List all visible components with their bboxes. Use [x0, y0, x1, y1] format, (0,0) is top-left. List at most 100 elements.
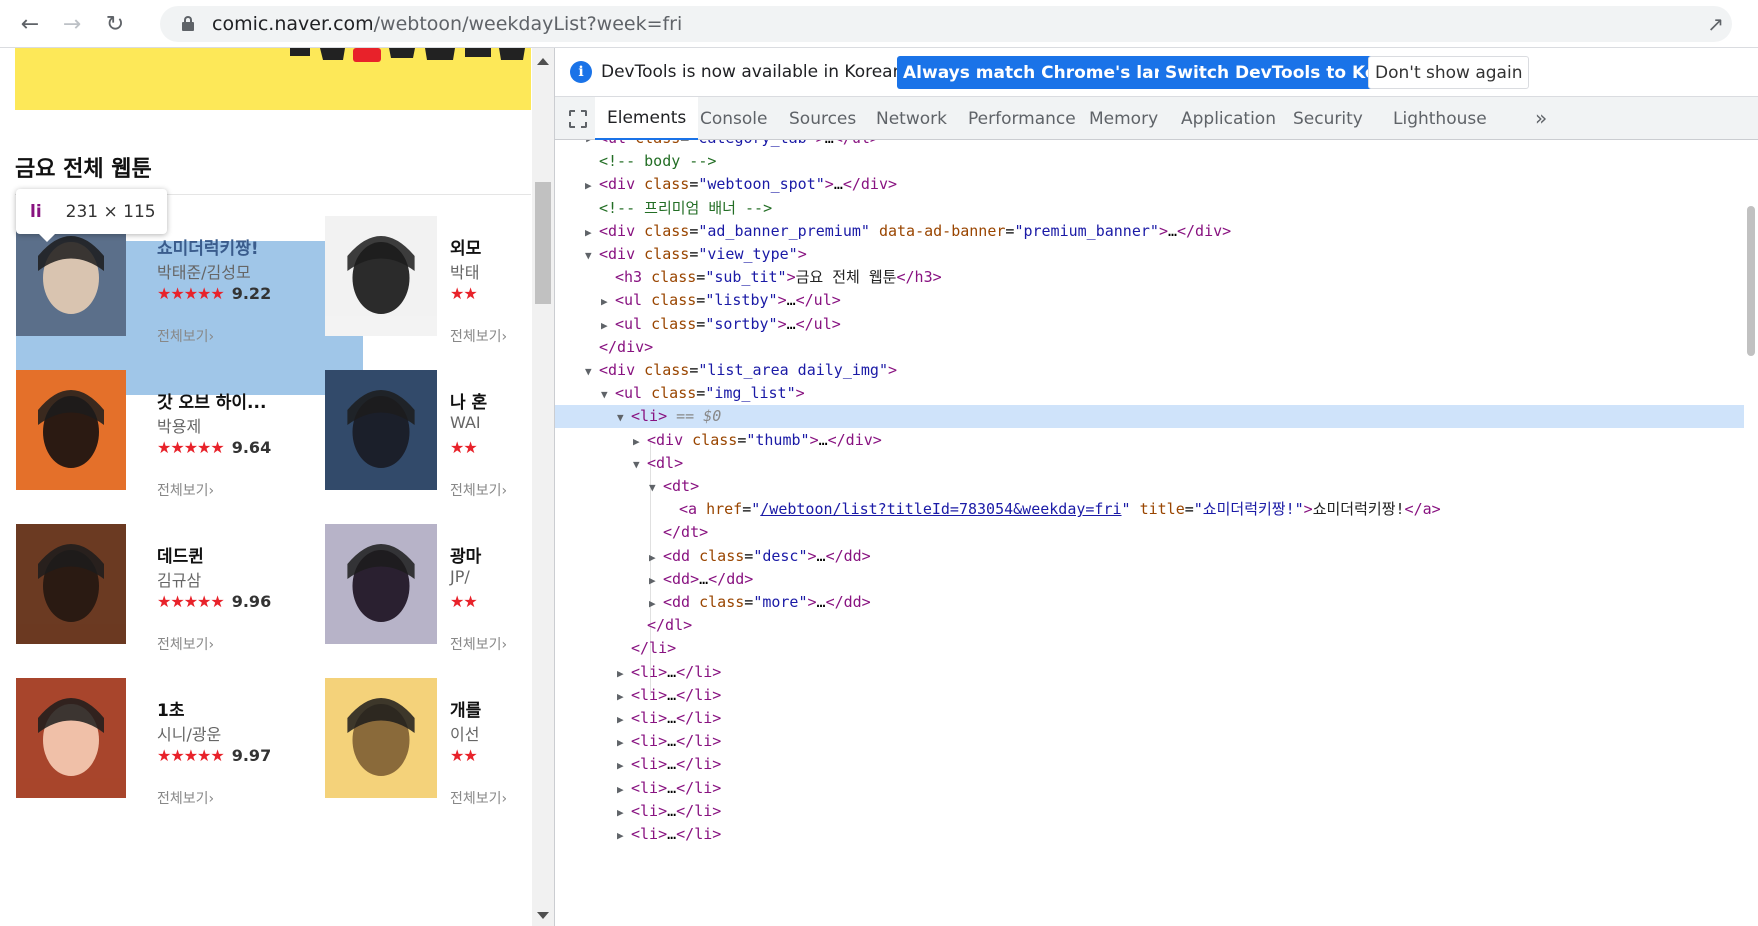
dom-node-line[interactable]: ▶ <div class="webtoon_spot">…</div>	[555, 173, 1745, 196]
list-item[interactable]: 개를 이선 ★★ 전체보기›	[325, 678, 532, 828]
list-item[interactable]: 쇼미더럭키짱! 박태준/김성모 ★★★★★ 9.22 전체보기›	[16, 216, 346, 366]
list-item[interactable]: 외모 박태 ★★ 전체보기›	[325, 216, 532, 366]
expand-toggle-icon[interactable]: ▶	[617, 685, 631, 708]
scroll-up-icon[interactable]	[537, 58, 549, 65]
back-icon[interactable]: ←	[14, 8, 46, 40]
tab-application[interactable]: Application	[1169, 97, 1288, 140]
inspect-element-icon[interactable]	[569, 110, 587, 128]
scroll-thumb[interactable]	[535, 182, 551, 304]
list-item[interactable]: 광마 JP/ ★★ 전체보기›	[325, 524, 532, 674]
dom-node-line[interactable]: ▶ <li>…</li>	[555, 753, 1745, 776]
expand-toggle-icon[interactable]: ▶	[617, 801, 631, 824]
dont-show-again-button[interactable]: Don't show again	[1368, 56, 1530, 89]
dom-node-line[interactable]: ▶ <dd class="more">…</dd>	[555, 591, 1745, 614]
webtoon-title[interactable]: 외모	[450, 234, 481, 259]
promo-banner[interactable]	[15, 48, 531, 110]
address-bar[interactable]: comic.naver.com/webtoon/weekdayList?week…	[160, 6, 1732, 42]
share-icon[interactable]: ↗	[1707, 12, 1724, 36]
dom-node-line[interactable]: <!-- 프리미엄 배너 -->	[555, 197, 1745, 220]
list-item[interactable]: 데드퀸 김규삼 ★★★★★ 9.96 전체보기›	[16, 524, 346, 674]
more-tabs-icon[interactable]: »	[1535, 106, 1547, 130]
dom-node-line[interactable]: ▶ <div class="thumb">…</div>	[555, 429, 1745, 452]
more-link[interactable]: 전체보기›	[157, 634, 214, 654]
expand-toggle-icon[interactable]: ▶	[617, 731, 631, 754]
expand-toggle-icon[interactable]: ▶	[617, 824, 631, 847]
dom-node-line[interactable]: </dt>	[555, 521, 1745, 544]
webtoon-title[interactable]: 쇼미더럭키짱!	[157, 234, 259, 259]
expand-toggle-icon[interactable]: ▼	[585, 360, 599, 383]
expand-toggle-icon[interactable]: ▶	[617, 754, 631, 777]
expand-toggle-icon[interactable]: ▶	[633, 430, 647, 453]
tab-memory[interactable]: Memory	[1077, 97, 1170, 140]
dom-node-line[interactable]: ▼ <div class="view_type">	[555, 243, 1745, 266]
dom-node-line[interactable]: <h3 class="sub_tit">금요 전체 웹툰</h3>	[555, 266, 1745, 289]
scroll-down-icon[interactable]	[537, 912, 549, 919]
tab-performance[interactable]: Performance	[956, 97, 1088, 140]
expand-toggle-icon[interactable]: ▶	[617, 708, 631, 731]
webtoon-title[interactable]: 데드퀸	[157, 542, 204, 567]
tab-console[interactable]: Console	[688, 97, 780, 140]
expand-toggle-icon[interactable]: ▶	[585, 174, 599, 197]
expand-toggle-icon[interactable]: ▶	[617, 778, 631, 801]
expand-toggle-icon[interactable]: ▼	[585, 244, 599, 267]
devtools-scrollbar[interactable]	[1744, 140, 1758, 926]
dom-node-line[interactable]: ▶ <dd class="desc">…</dd>	[555, 545, 1745, 568]
page-scrollbar[interactable]	[532, 48, 554, 926]
list-item[interactable]: 갓 오브 하이... 박용제 ★★★★★ 9.64 전체보기›	[16, 370, 346, 520]
dom-node-line[interactable]: ▶ <li>…</li>	[555, 730, 1745, 753]
dom-node-line[interactable]: </li>	[555, 637, 1745, 660]
url-text[interactable]: comic.naver.com/webtoon/weekdayList?week…	[212, 13, 682, 35]
more-link[interactable]: 전체보기›	[450, 788, 507, 808]
expand-toggle-icon[interactable]: ▼	[617, 406, 631, 429]
reload-icon[interactable]: ↻	[99, 8, 131, 40]
expand-toggle-icon[interactable]: ▶	[649, 569, 663, 592]
dom-node-line[interactable]: ▼ <div class="list_area daily_img">	[555, 359, 1745, 382]
dom-node-line[interactable]: ▶ <ul class="listby">…</ul>	[555, 289, 1745, 312]
more-link[interactable]: 전체보기›	[450, 634, 507, 654]
dom-node-line[interactable]: ▶ <li>…</li>	[555, 707, 1745, 730]
dom-node-line[interactable]: <a href="/webtoon/list?titleId=783054&we…	[555, 498, 1745, 521]
dom-node-line[interactable]: ▶ <dd>…</dd>	[555, 568, 1745, 591]
tab-network[interactable]: Network	[864, 97, 959, 140]
tab-sources[interactable]: Sources	[777, 97, 868, 140]
dom-node-line[interactable]: ▶ <li>…</li>	[555, 684, 1745, 707]
dom-node-line[interactable]: ▶ <div class="ad_banner_premium" data-ad-…	[555, 220, 1745, 243]
expand-toggle-icon[interactable]: ▼	[649, 476, 663, 499]
expand-toggle-icon[interactable]: ▶	[601, 314, 615, 337]
webtoon-title[interactable]: 광마	[450, 542, 481, 567]
dom-node-line[interactable]: <!-- body -->	[555, 150, 1745, 173]
webtoon-title[interactable]: 갓 오브 하이...	[157, 388, 266, 413]
expand-toggle-icon[interactable]: ▶	[649, 592, 663, 615]
webtoon-thumbnail[interactable]	[16, 524, 126, 644]
dom-node-line[interactable]: ▶ <li>…</li>	[555, 823, 1745, 846]
dom-node-line[interactable]: </div>	[555, 336, 1745, 359]
tab-security[interactable]: Security	[1281, 97, 1375, 140]
dom-node-line[interactable]: ▶ <li>…</li>	[555, 800, 1745, 823]
dom-node-line[interactable]: ▶ <li>…</li>	[555, 661, 1745, 684]
tab-elements[interactable]: Elements	[595, 97, 699, 140]
dom-node-line[interactable]: ▼ <ul class="img_list">	[555, 382, 1745, 405]
expand-toggle-icon[interactable]: ▶	[649, 546, 663, 569]
dom-node-line[interactable]: </dl>	[555, 614, 1745, 637]
list-item[interactable]: 나 혼 WAI ★★ 전체보기›	[325, 370, 532, 520]
more-link[interactable]: 전체보기›	[450, 326, 507, 346]
list-item[interactable]: 1초 시니/광운 ★★★★★ 9.97 전체보기›	[16, 678, 346, 828]
dom-node-line[interactable]: ▼ <dl>	[555, 452, 1745, 475]
more-link[interactable]: 전체보기›	[450, 480, 507, 500]
webtoon-thumbnail[interactable]	[16, 678, 126, 798]
forward-icon[interactable]: →	[56, 8, 88, 40]
expand-toggle-icon[interactable]: ▼	[601, 383, 615, 406]
more-link[interactable]: 전체보기›	[157, 480, 214, 500]
expand-toggle-icon[interactable]: ▶	[585, 221, 599, 244]
scroll-thumb[interactable]	[1747, 206, 1755, 356]
expand-toggle-icon[interactable]: ▼	[633, 453, 647, 476]
more-link[interactable]: 전체보기›	[157, 326, 214, 346]
tab-lighthouse[interactable]: Lighthouse	[1381, 97, 1499, 140]
webtoon-thumbnail[interactable]	[16, 216, 126, 336]
more-link[interactable]: 전체보기›	[157, 788, 214, 808]
dom-node-line[interactable]: ▼ <dt>	[555, 475, 1745, 498]
webtoon-title[interactable]: 나 혼	[450, 388, 487, 413]
webtoon-title[interactable]: 1초	[157, 696, 184, 721]
dom-node-line[interactable]: ▶ <li>…</li>	[555, 777, 1745, 800]
webtoon-title[interactable]: 개를	[450, 696, 481, 721]
